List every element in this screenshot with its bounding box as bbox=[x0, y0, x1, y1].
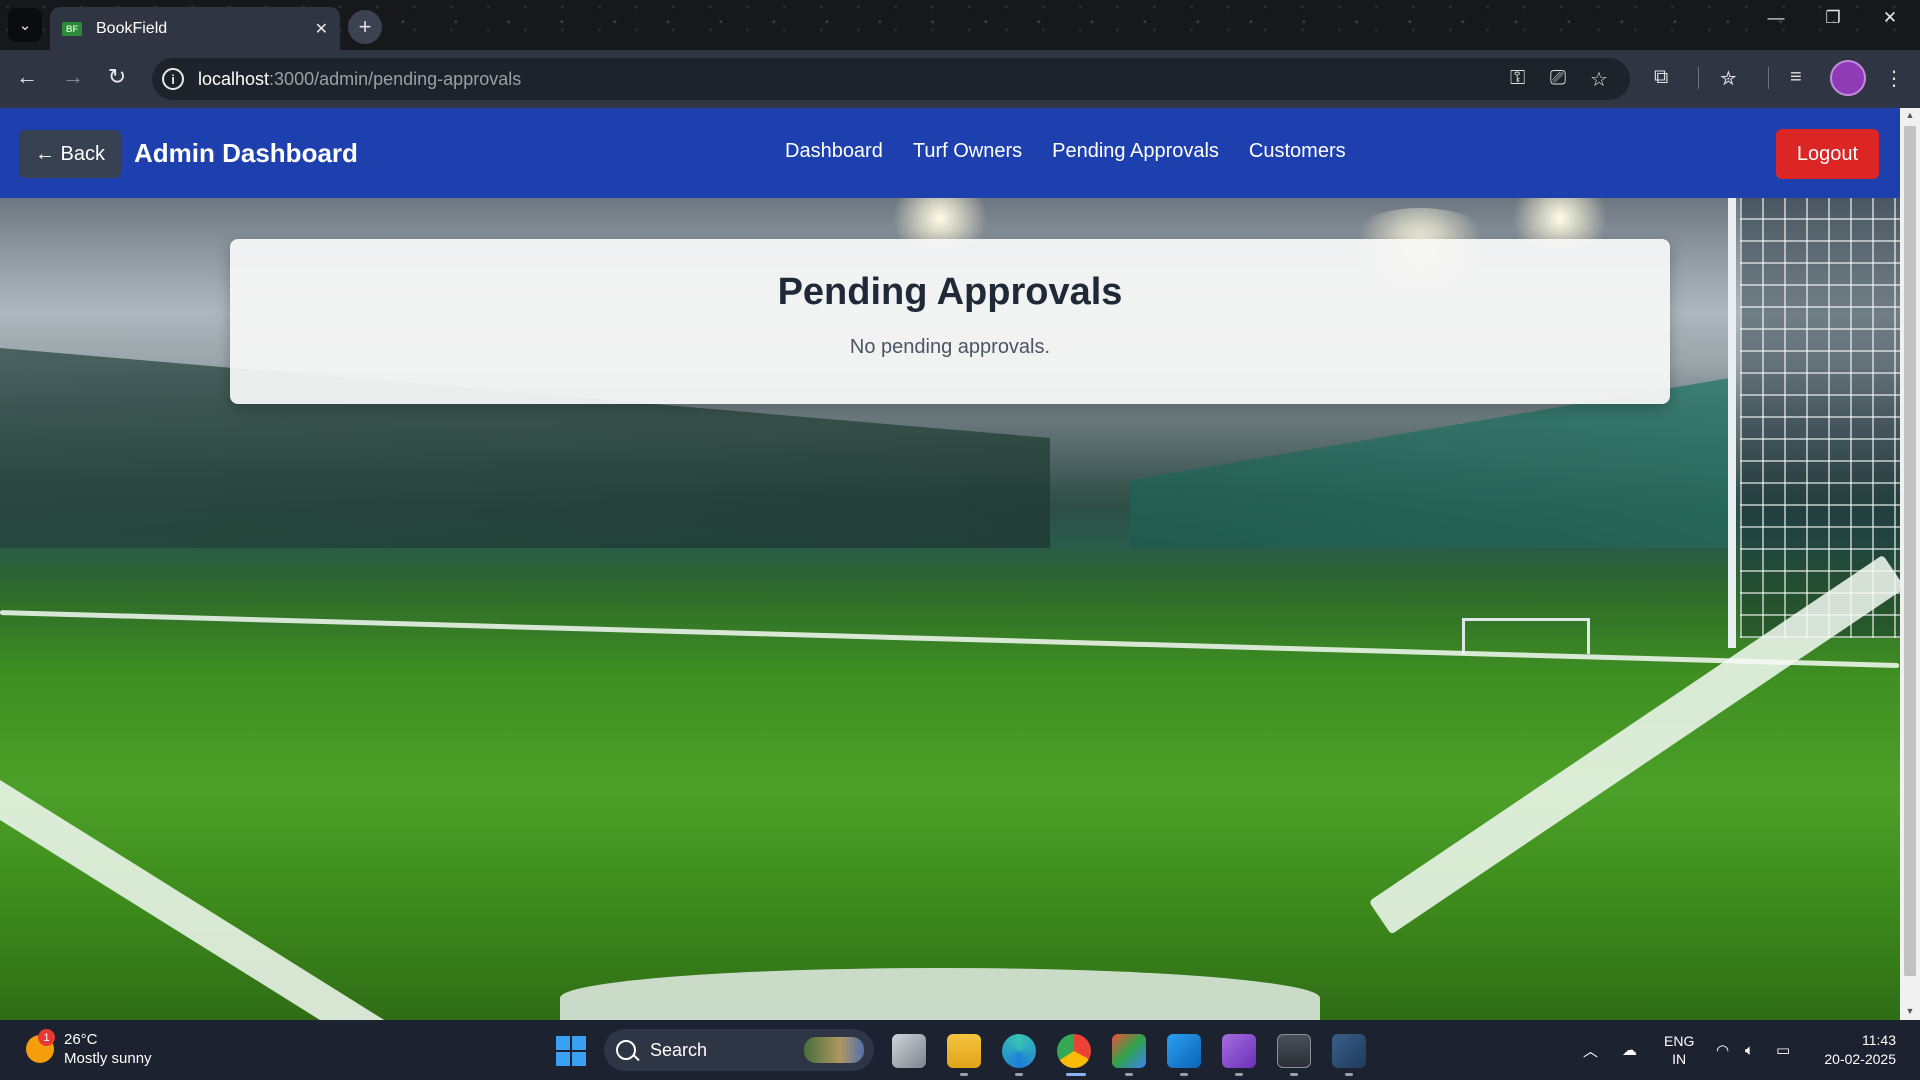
nav-link-turf-owners[interactable]: Turf Owners bbox=[913, 140, 1022, 163]
language-region: IN bbox=[1672, 1051, 1687, 1067]
clock-time: 11:43 bbox=[1862, 1032, 1896, 1048]
url-text[interactable]: localhost:3000/admin/pending-approvals bbox=[198, 69, 521, 90]
app-running-indicator bbox=[1180, 1073, 1188, 1076]
visual-studio-icon[interactable] bbox=[1222, 1034, 1256, 1068]
language-indicator[interactable]: ENG IN bbox=[1664, 1020, 1694, 1080]
reload-icon[interactable]: ↻ bbox=[102, 64, 132, 90]
scroll-down-arrow-icon[interactable]: ▼ bbox=[1900, 1006, 1920, 1016]
scroll-up-arrow-icon[interactable]: ▲ bbox=[1900, 110, 1920, 120]
toolbar-divider bbox=[1768, 67, 1769, 89]
pitch-line bbox=[1368, 554, 1900, 935]
weather-badge: 1 bbox=[38, 1029, 55, 1046]
volume-icon[interactable]: 🔈︎ bbox=[1745, 1020, 1754, 1080]
minimize-icon[interactable]: — bbox=[1756, 8, 1796, 28]
site-info-icon[interactable]: i bbox=[162, 68, 184, 90]
nav-link-dashboard[interactable]: Dashboard bbox=[785, 140, 883, 163]
wifi-icon[interactable]: ◠ bbox=[1716, 1020, 1729, 1080]
weather-widget[interactable]: 1 26°C Mostly sunny bbox=[26, 1029, 152, 1068]
file-explorer-icon[interactable] bbox=[947, 1034, 981, 1068]
app-running-indicator bbox=[1345, 1073, 1353, 1076]
search-label: Search bbox=[650, 1039, 708, 1060]
nav-link-pending-approvals[interactable]: Pending Approvals bbox=[1052, 140, 1219, 163]
weather-temperature: 26°C bbox=[64, 1031, 98, 1048]
url-path: :3000/admin/pending-approvals bbox=[269, 68, 522, 89]
back-arrow-icon[interactable]: ← bbox=[12, 64, 42, 90]
address-bar[interactable]: i localhost:3000/admin/pending-approvals… bbox=[152, 58, 1630, 100]
goal-post bbox=[1728, 198, 1736, 648]
back-button[interactable]: ← Back bbox=[19, 130, 122, 178]
weather-text: 26°C Mostly sunny bbox=[64, 1030, 152, 1068]
task-view-icon[interactable] bbox=[892, 1034, 926, 1068]
page-title: Pending Approvals bbox=[777, 271, 1123, 313]
dashboard-title: Admin Dashboard bbox=[134, 138, 358, 168]
app-running-indicator bbox=[1290, 1073, 1298, 1076]
chrome-icon[interactable] bbox=[1057, 1034, 1091, 1068]
onedrive-cloud-icon[interactable]: ☁ bbox=[1622, 1020, 1637, 1080]
search-highlight-icon bbox=[804, 1037, 864, 1063]
browser-toolbar: ← → ↻ i localhost:3000/admin/pending-app… bbox=[0, 50, 1920, 108]
windows-start-icon[interactable] bbox=[556, 1036, 586, 1066]
battery-icon[interactable]: ▭ bbox=[1776, 1020, 1790, 1080]
app-running-indicator bbox=[1015, 1073, 1023, 1076]
tab-close-icon[interactable]: ✕ bbox=[315, 19, 328, 39]
page-scrollbar[interactable]: ▲ ▼ bbox=[1900, 108, 1920, 1020]
far-goal bbox=[1462, 618, 1590, 654]
toolbar-divider bbox=[1698, 67, 1699, 89]
pitch-line bbox=[0, 610, 1900, 669]
windows-taskbar: 1 26°C Mostly sunny Search ︿ ☁ ENG IN ◠ … bbox=[0, 1020, 1920, 1080]
database-tool-icon[interactable] bbox=[1332, 1034, 1366, 1068]
browser-tabstrip: ⌄ BF BookField ✕ + — ❐ ✕ bbox=[0, 0, 1920, 50]
app-running-indicator bbox=[1125, 1073, 1133, 1076]
weather-sun-icon: 1 bbox=[26, 1029, 55, 1063]
restore-icon[interactable]: ❐ bbox=[1813, 8, 1853, 28]
nav-link-customers[interactable]: Customers bbox=[1249, 140, 1346, 163]
scroll-thumb[interactable] bbox=[1904, 126, 1916, 976]
app-running-indicator bbox=[960, 1073, 968, 1076]
logout-button[interactable]: Logout bbox=[1776, 129, 1879, 179]
url-host: localhost bbox=[198, 68, 270, 89]
tab-search-menu-icon[interactable]: ⌄ bbox=[8, 8, 42, 42]
app-navbar: ← Back Admin Dashboard Dashboard Turf Ow… bbox=[0, 108, 1900, 198]
vscode-icon[interactable] bbox=[1167, 1034, 1201, 1068]
tab-title: BookField bbox=[96, 19, 168, 37]
window-close-icon[interactable]: ✕ bbox=[1870, 8, 1910, 28]
tab-favicon-icon: BF bbox=[62, 21, 82, 36]
extensions-icon[interactable]: ⧉ bbox=[1654, 66, 1668, 89]
install-app-icon[interactable]: ⎚ bbox=[1550, 67, 1566, 90]
empty-state-message: No pending approvals. bbox=[849, 336, 1051, 358]
favorites-icon[interactable]: ✮ bbox=[1720, 66, 1737, 91]
page-viewport: ← Back Admin Dashboard Dashboard Turf Ow… bbox=[0, 108, 1900, 1020]
bookmark-star-icon[interactable]: ☆ bbox=[1590, 67, 1608, 92]
clock[interactable]: 11:43 20-02-2025 bbox=[1816, 1020, 1896, 1080]
pending-approvals-card: Pending Approvals No pending approvals. bbox=[230, 239, 1670, 404]
app-running-indicator bbox=[1235, 1073, 1243, 1076]
profile-avatar[interactable] bbox=[1830, 60, 1866, 96]
pitch-arc bbox=[560, 968, 1320, 1020]
browser-tab[interactable]: BF BookField ✕ bbox=[50, 7, 340, 50]
clock-date: 20-02-2025 bbox=[1824, 1051, 1896, 1067]
browser-menu-icon[interactable]: ⋮ bbox=[1884, 66, 1904, 91]
media-control-icon[interactable]: ≡ bbox=[1790, 66, 1802, 89]
taskbar-search[interactable]: Search bbox=[604, 1029, 874, 1071]
forward-arrow-icon[interactable]: → bbox=[58, 64, 88, 90]
new-tab-button[interactable]: + bbox=[348, 10, 382, 44]
app-active-indicator bbox=[1066, 1073, 1086, 1076]
git-icon[interactable] bbox=[1112, 1034, 1146, 1068]
edge-icon[interactable] bbox=[1002, 1034, 1036, 1068]
search-icon bbox=[616, 1040, 636, 1060]
terminal-icon[interactable] bbox=[1277, 1034, 1311, 1068]
pitch-line bbox=[0, 760, 410, 1020]
weather-description: Mostly sunny bbox=[64, 1050, 152, 1067]
password-key-icon[interactable]: ⚿ bbox=[1510, 67, 1525, 90]
language-code: ENG bbox=[1664, 1033, 1695, 1049]
main-nav: Dashboard Turf Owners Pending Approvals … bbox=[785, 140, 1346, 163]
tray-overflow-icon[interactable]: ︿ bbox=[1583, 1020, 1598, 1080]
